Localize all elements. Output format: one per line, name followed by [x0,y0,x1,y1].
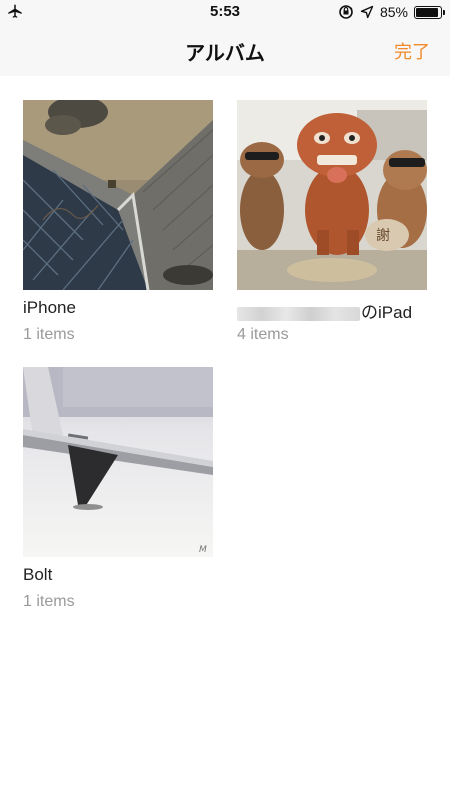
album-name: Bolt [23,565,53,584]
album-name: のiPad [237,298,412,323]
album-count: 1 items [23,326,75,343]
album-thumbnail-ipad: 謝 [237,100,427,290]
location-arrow-icon [360,5,374,19]
orientation-lock-icon [339,5,353,19]
album-count: 4 items [237,326,289,343]
battery-icon [414,5,445,19]
album-thumbnail-bolt: M [23,367,213,557]
album-bolt[interactable]: M Bolt 1 items [23,367,213,610]
nav-bar: アルバム 完了 [0,24,450,76]
album-count: 1 items [23,593,75,610]
battery-fill [416,7,439,17]
album-thumbnail-iphone [23,100,213,290]
status-right: 85% [338,3,445,21]
redacted-name [237,306,360,321]
page-title: アルバム [185,43,265,65]
album-ipad[interactable]: 謝 のiPad 4 items [237,100,427,343]
done-button[interactable]: 完了 [394,38,430,64]
svg-text:M: M [199,545,207,555]
album-name-suffix: のiPad [361,303,413,322]
album-name: iPhone [23,298,76,317]
status-bar: 5:53 85% [0,0,450,24]
svg-text:謝: 謝 [376,228,390,244]
album-iphone[interactable]: iPhone 1 items [23,100,213,343]
battery-percent: 85% [379,4,408,20]
